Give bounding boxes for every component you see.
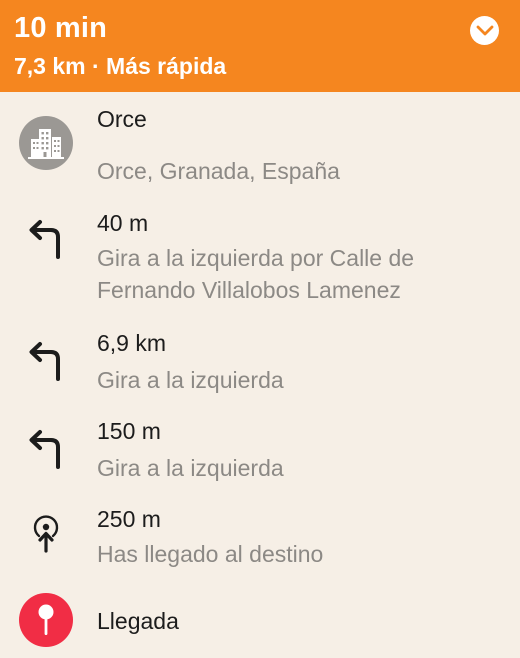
step-description: Gira a la izquierda — [97, 367, 284, 393]
direction-step[interactable]: 6,9 km Gira a la izquierda — [0, 322, 520, 408]
route-summary: 7,3 km · Más rápida — [14, 53, 227, 79]
chevron-down-icon — [476, 25, 493, 35]
step-description: Orce, Granada, España — [97, 158, 340, 184]
step-icon — [19, 593, 73, 647]
step-icon — [19, 422, 73, 476]
step-title: Llegada — [97, 608, 179, 634]
map-pin-icon — [38, 604, 54, 635]
route-header: 10 min 7,3 km · Más rápida — [0, 0, 520, 92]
step-title: 250 m — [97, 506, 161, 532]
step-description: Gira a la izquierda por Calle de Fernand… — [97, 245, 415, 303]
direction-step-arrival[interactable]: Llegada — [0, 586, 520, 658]
turn-left-arrow-icon — [29, 430, 60, 469]
city-buildings-icon — [28, 129, 64, 159]
step-title: 150 m — [97, 418, 161, 444]
step-icon — [19, 212, 73, 266]
direction-step[interactable]: 250 m Has llegado al destino — [0, 498, 520, 584]
step-title: 40 m — [97, 210, 149, 236]
step-description: Gira a la izquierda — [97, 455, 284, 481]
turn-left-arrow-icon — [29, 342, 60, 381]
direction-step-origin[interactable]: Orce Orce, Granada, España — [0, 92, 520, 194]
turn-left-arrow-icon — [29, 220, 60, 259]
step-title: Orce — [97, 106, 147, 132]
step-icon — [19, 334, 73, 388]
step-title: 6,9 km — [97, 330, 167, 356]
step-icon — [19, 116, 73, 170]
arrive-destination-icon — [33, 515, 59, 553]
direction-step[interactable]: 40 m Gira a la izquierda por Calle de Fe… — [0, 194, 520, 312]
step-description: Has llegado al destino — [97, 541, 324, 567]
step-icon — [19, 506, 73, 560]
route-duration: 10 min — [14, 12, 108, 44]
direction-step[interactable]: 150 m Gira a la izquierda — [0, 410, 520, 496]
collapse-button[interactable] — [470, 16, 499, 45]
